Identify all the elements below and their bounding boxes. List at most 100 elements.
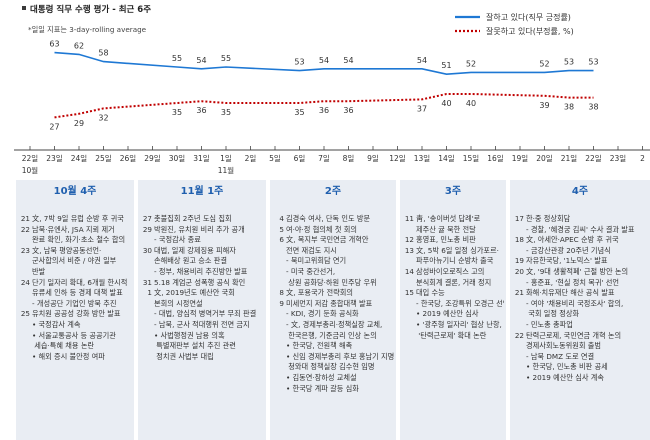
event-text: 군사합의서 비준 / 야권 일부 [32,256,117,266]
event-text: • 서울교통공사 등 공공기관 [32,330,116,340]
chart-note: *일일 지표는 3-day-rolling average [28,25,147,34]
x-month-label: 10월 [22,165,39,175]
event-item: - 여야 '채용비리 국정조사' 합의, [512,299,648,310]
event-date: 15 [404,288,414,298]
event-item: 30 대법, 일제 강제징용 피해자 [140,246,264,257]
event-item: 완료 확인, 화기·초소 철수 합의 [18,235,132,246]
event-item: 25 유치원 공공성 강화 방안 발표 [18,309,132,320]
data-label: 37 [417,104,427,113]
event-text: - 경찰, '혜경궁 김씨' 수사 결과 발표 [526,224,635,234]
event-item: 21 화해·치유재단 해산 공식 발표 [512,288,648,299]
event-date: 27 [142,214,152,223]
event-item: - 금강산관광 20주년 기념식 [512,246,648,257]
event-text: 미세먼지 저감 종합대책 발표 [286,298,373,308]
event-text: - 정부, 채용비리 추진방안 발표 [154,266,248,276]
event-item: • 국정감사 계속 [18,320,132,331]
event-text: - 민노총 총파업 [526,319,573,329]
event-item: 파푸아뉴기니 순방차 출국 [402,256,504,267]
event-text: - 한국당, 조강특위 오경근 선임 [416,298,504,308]
event-item: - 민노총 총파업 [512,320,648,331]
data-label: 36 [196,106,206,115]
event-text: 5.18 계엄군 성폭행 공식 확인 [154,277,246,287]
x-tick-label: 22일 [585,154,602,163]
week-title: 3주 [444,186,462,197]
event-text: • 사법행정권 남용 의혹 [154,330,225,340]
event-text: 분식회계 결론, 거래 정지 [416,277,492,287]
event-text: 자유한국당, '1노믹스' 발표 [526,256,608,266]
week-events: 27 촛불집회 2주년 도심 집회 29 박원진, 유치원 비리 추가 공개 - 국정감… [140,214,264,362]
event-text: 대입 수능 [416,288,445,298]
x-tick-label: 26일 [120,154,137,163]
event-item: 반발 [18,267,132,278]
event-item: - 개성공단 기업인 방북 추진 [18,299,132,310]
event-text: • 국정감사 계속 [32,319,81,329]
event-date: 31 [142,277,152,287]
event-text: 탄력근로제, 국민연금 개혁 논의 [526,330,622,340]
data-label: 54 [196,56,206,65]
event-item: - 남북, 군사 적대행위 전면 금지 [140,320,264,331]
event-item: 세습·특혜 채용 논란 [18,341,132,352]
x-tick-label: 6일 [294,154,306,163]
event-item: - 정부, 채용비리 추진방안 발표 [140,267,264,278]
event-text: • 2019 예산안 심사 계속 [526,372,604,382]
event-item: - KDI, 경기 둔화 공식화 [272,309,394,320]
event-date: 9 [279,298,284,308]
event-item: 4 김경숙 여사, 단독 인도 방문 [272,214,394,225]
data-label: 53 [294,58,304,67]
approval-line-chart: 대통령 직무 수행 평가 - 최근 6주 *일일 지표는 3-day-rolli… [14,4,650,175]
week-events: 17 한·중 정상회담 - 경찰, '혜경궁 김씨' 수사 결과 발표 18 文, 아세… [512,214,648,384]
event-text: - 남북, 군사 적대행위 전면 금지 [154,319,250,329]
event-text: 여·야·정 협의체 첫 회의 [286,224,357,234]
data-label: 62 [74,41,84,50]
event-text: 파푸아뉴기니 순방차 출국 [416,256,494,266]
week-panel-oct-w4: 10월 4주 21 文, 7박 9일 유럽 순방 후 귀국 22 남북·유엔사, JS… [16,180,134,440]
event-text: - 미국 중간선거, [286,266,336,276]
data-label: 36 [343,106,353,115]
event-text: 전면 재검도 지시 [286,245,337,255]
x-tick-label: 2일 [245,154,257,163]
event-date: 4 [279,214,284,223]
chart-title: 대통령 직무 수행 평가 - 최근 6주 [30,4,151,15]
data-label: 53 [564,58,574,67]
event-item: 5 여·야·정 협의체 첫 회의 [272,225,394,236]
event-item: 경제사회노동위원회 출범 [512,341,648,352]
week-events: 21 文, 7박 9일 유럽 순방 후 귀국 22 남북·유엔사, JSA 지뢰 제거… [18,214,132,362]
x-tick-label: 5일 [269,154,281,163]
event-date: 11 [404,214,414,223]
event-text: 홍영표, 민노총 비판 [416,235,476,245]
data-label: 35 [294,108,304,117]
event-item: 22 남북·유엔사, JSA 지뢰 제거 [18,225,132,236]
event-text: - 금강산관광 20주년 기념식 [526,245,611,255]
event-text: 文, 남북 평양공동선언· [32,245,102,255]
week-events: 11 靑, '송이버섯 답례'로 제주산 귤 북한 전달 12 홍영표, 민노총 비판 1… [402,214,504,341]
event-item: 15 대입 수능 [402,288,504,299]
event-item: 18 文, 아세안·APEC 순방 후 귀국 [512,235,648,246]
event-date: 17 [514,214,524,223]
week-title: 10월 4주 [53,186,97,197]
event-item: '탄력근로제' 확대 논란 [402,331,504,342]
event-item: - 북미고위회담 연기 [272,256,394,267]
data-label: 53 [588,58,598,67]
week-panel-nov-w1: 11월 1주 27 촛불집회 2주년 도심 집회 29 박원진, 유치원 비리 추가 … [138,180,266,440]
event-text: - 국정감사 종료 [154,235,201,245]
x-tick-label: 9일 [367,154,379,163]
event-item: - 文, 경제부총리·정책실장 교체, [272,320,394,331]
event-date: 13 [404,245,414,255]
event-date: 18 [514,235,524,245]
event-text: 박원진, 유치원 비리 추가 공개 [154,224,245,234]
event-text: 단기 일자리 확대, 6개월 한시적 [32,277,128,287]
event-text: 남북·유엔사, JSA 지뢰 제거 [32,224,115,234]
event-item: 본회의 시정연설 [140,299,264,310]
title-bullet [22,6,26,10]
event-text: 유류세 인하 등 경제 대책 발표 [32,288,123,298]
event-date: 21 [20,214,30,223]
event-item: • '광주형 일자리' 협상 난항, [402,320,504,331]
event-item: 국회 일정 정상화 [512,309,648,320]
data-label: 54 [343,56,353,65]
event-item: 분식회계 결론, 거래 정지 [402,278,504,289]
event-date: 23 [20,245,30,255]
week-panel-nov-w3: 3주 11 靑, '송이버섯 답례'로 제주산 귤 북한 전달 12 홍영표, 민노총 … [400,180,506,440]
event-text: • 김동연·장하성 교체설 [286,372,357,382]
event-item: 20 文, '9대 생활적폐' 근절 방안 논의 [512,267,648,278]
data-label: 35 [172,108,182,117]
